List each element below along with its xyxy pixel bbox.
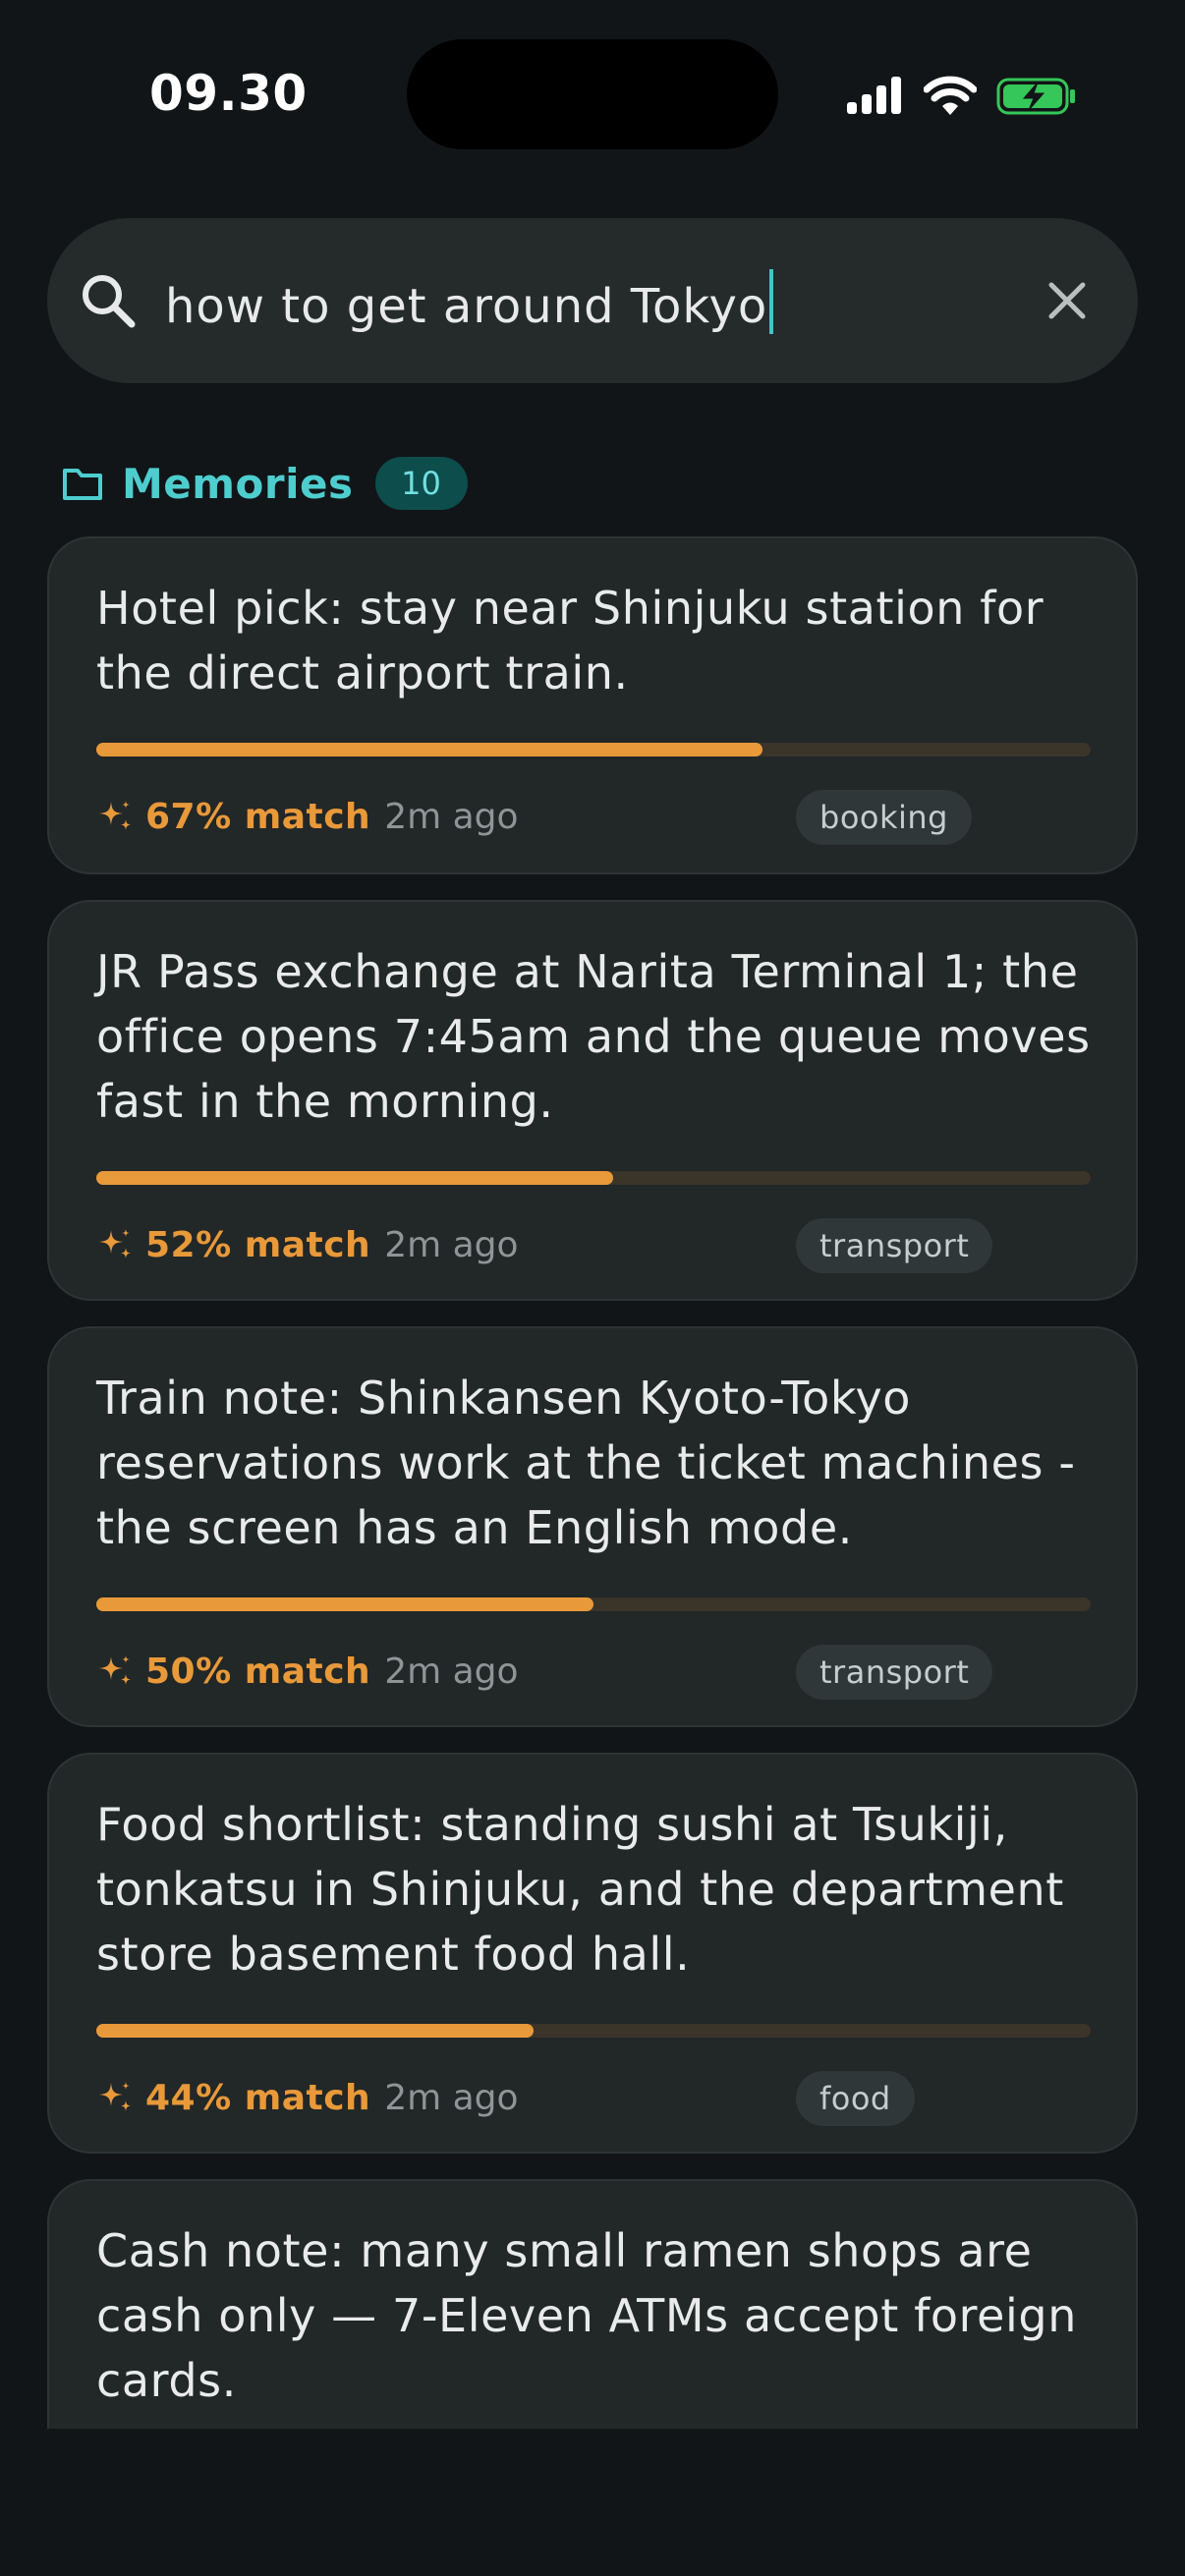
- sparkle-icon: [99, 1229, 131, 1259]
- memory-card[interactable]: Hotel pick: stay near Shinjuku station f…: [47, 536, 1138, 874]
- match-bar-fill: [96, 1597, 593, 1611]
- search-bar[interactable]: how to get around Tokyo: [47, 218, 1138, 383]
- search-icon: [83, 275, 136, 328]
- status-bar: 09.30: [0, 0, 1185, 196]
- match-label: 67% match: [145, 796, 371, 837]
- count-badge: 10: [374, 457, 468, 510]
- match-bar: [96, 2024, 1091, 2038]
- memory-card[interactable]: Food shortlist: standing sushi at Tsukij…: [47, 1753, 1138, 2154]
- search-input[interactable]: how to get around Tokyo: [165, 269, 774, 334]
- memory-age: 2m ago: [384, 2077, 519, 2118]
- memory-card[interactable]: Train note: Shinkansen Kyoto-Tokyo reser…: [47, 1326, 1138, 1727]
- status-time: 09.30: [149, 65, 308, 122]
- memory-age: 2m ago: [384, 796, 519, 837]
- memory-card[interactable]: Cash note: many small ramen shops are ca…: [47, 2179, 1138, 2429]
- close-icon[interactable]: [1040, 273, 1095, 328]
- search-input-value: how to get around Tokyo: [165, 279, 768, 334]
- match-bar: [96, 743, 1091, 756]
- match-bar-fill: [96, 743, 763, 756]
- match-bar: [96, 1597, 1091, 1611]
- sparkle-icon: [99, 2082, 131, 2111]
- memory-age: 2m ago: [384, 1651, 519, 1692]
- folder-icon: [63, 469, 102, 500]
- memory-tag[interactable]: food: [796, 2071, 915, 2126]
- match-bar-fill: [96, 2024, 535, 2038]
- wifi-icon: [924, 76, 977, 115]
- match-label: 44% match: [145, 2077, 371, 2118]
- memory-tag[interactable]: transport: [796, 1645, 993, 1700]
- memory-text: Train note: Shinkansen Kyoto-Tokyo reser…: [96, 1372, 1076, 1554]
- match-label: 50% match: [145, 1651, 371, 1692]
- memory-list: Hotel pick: stay near Shinjuku station f…: [47, 536, 1138, 2429]
- battery-charging-icon: [996, 78, 1075, 115]
- sparkle-icon: [99, 801, 131, 830]
- memory-age: 2m ago: [384, 1224, 519, 1265]
- memory-tag[interactable]: transport: [796, 1218, 993, 1273]
- memory-text: Hotel pick: stay near Shinjuku station f…: [96, 582, 1044, 700]
- text-caret: [769, 269, 774, 334]
- memory-card[interactable]: JR Pass exchange at Narita Terminal 1; t…: [47, 900, 1138, 1301]
- match-label: 52% match: [145, 1224, 371, 1265]
- memory-text: Food shortlist: standing sushi at Tsukij…: [96, 1798, 1064, 1981]
- match-bar: [96, 1171, 1091, 1185]
- memory-meta: 67% match 2m ago: [96, 790, 519, 843]
- sparkle-icon: [99, 1655, 131, 1685]
- cellular-signal-icon: [847, 77, 901, 114]
- memory-text: Cash note: many small ramen shops are ca…: [96, 2224, 1077, 2407]
- dynamic-island: [407, 39, 778, 149]
- memory-meta: 44% match 2m ago: [96, 2071, 519, 2124]
- section-title: Memories: [122, 459, 354, 508]
- status-icons: [847, 69, 1077, 124]
- memory-meta: 50% match 2m ago: [96, 1645, 519, 1698]
- memory-tag[interactable]: booking: [796, 790, 972, 845]
- match-bar-fill: [96, 1171, 614, 1185]
- memory-text: JR Pass exchange at Narita Terminal 1; t…: [96, 945, 1091, 1128]
- memories-section-header: Memories 10: [61, 454, 468, 513]
- memory-meta: 52% match 2m ago: [96, 1218, 519, 1271]
